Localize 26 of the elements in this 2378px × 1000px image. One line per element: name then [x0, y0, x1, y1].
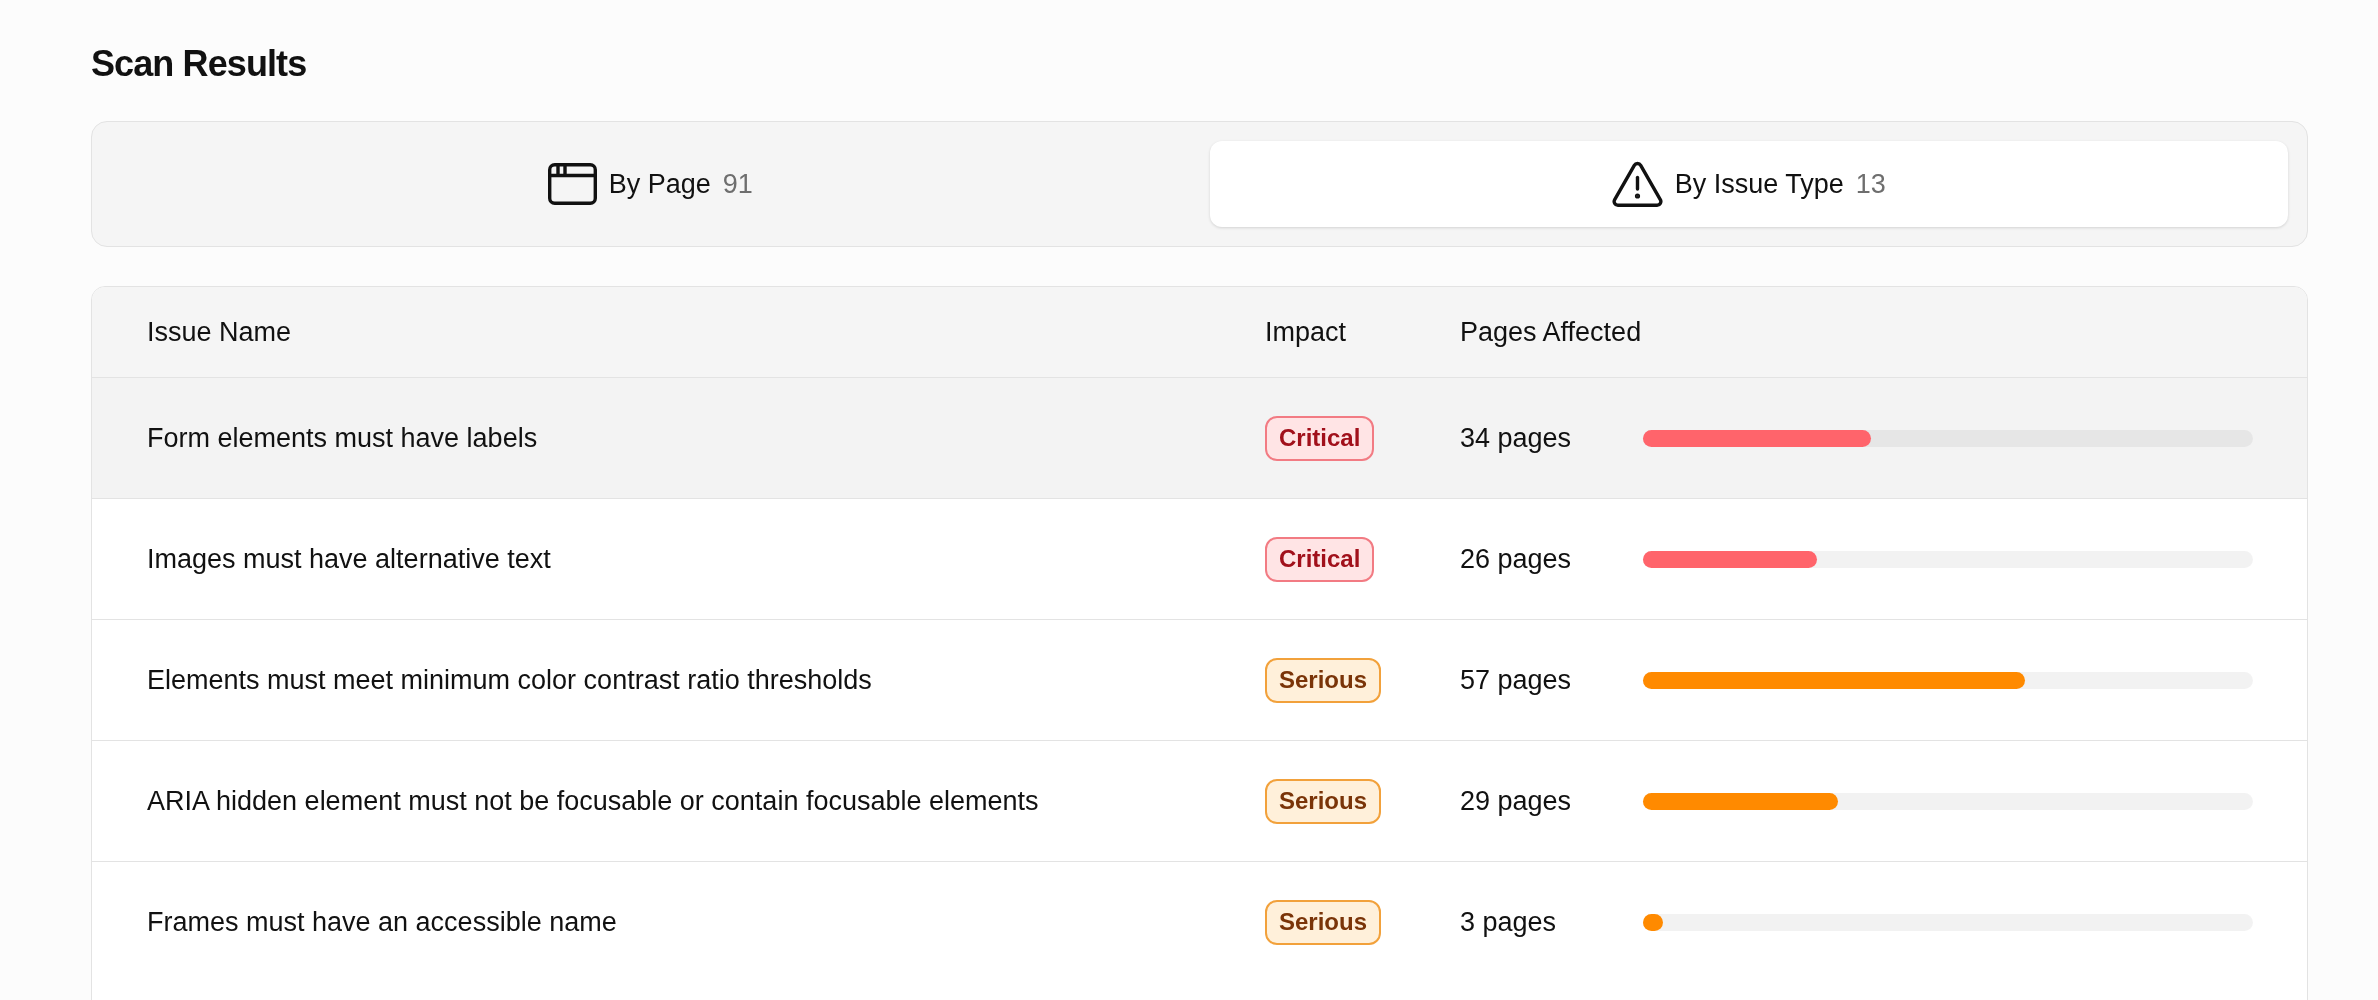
column-header: Issue Name — [147, 315, 292, 349]
impact-badge: Serious — [1265, 657, 1382, 703]
tab-count: 91 — [722, 167, 753, 201]
warning-icon — [1611, 161, 1663, 207]
page-title: Scan Results — [91, 42, 307, 86]
issue-name: Frames must have an accessible name — [147, 905, 617, 939]
issue-name: ARIA hidden element must not be focusable or contain focusable elements — [147, 784, 1039, 818]
pages-count: 34 pages — [1460, 421, 1573, 455]
impact-badge: Critical — [1265, 536, 1375, 582]
tab[interactable]: By Page 91 — [111, 141, 1190, 227]
tab-count: 13 — [1855, 167, 1886, 201]
pages-count: 3 pages — [1460, 905, 1558, 939]
pages-count: 29 pages — [1460, 784, 1573, 818]
impact-badge: Critical — [1265, 415, 1375, 461]
issue-name: Elements must meet minimum color contrast ratio thresholds — [147, 663, 872, 697]
browser-window-icon — [547, 163, 597, 205]
pages-count: 57 pages — [1460, 663, 1573, 697]
column-header: Pages Affected — [1460, 315, 1642, 349]
table-row[interactable]: Form elements must have labels Critical 34 pages — [92, 377, 2307, 498]
pages-count: 26 pages — [1460, 542, 1573, 576]
tab[interactable]: By Issue Type 13 — [1209, 141, 2288, 227]
impact-badge: Serious — [1265, 778, 1382, 824]
issue-name: Images must have alternative text — [147, 542, 551, 576]
column-header: Impact — [1265, 315, 1347, 349]
issue-name: Form elements must have labels — [147, 421, 538, 455]
impact-badge: Serious — [1265, 899, 1382, 945]
